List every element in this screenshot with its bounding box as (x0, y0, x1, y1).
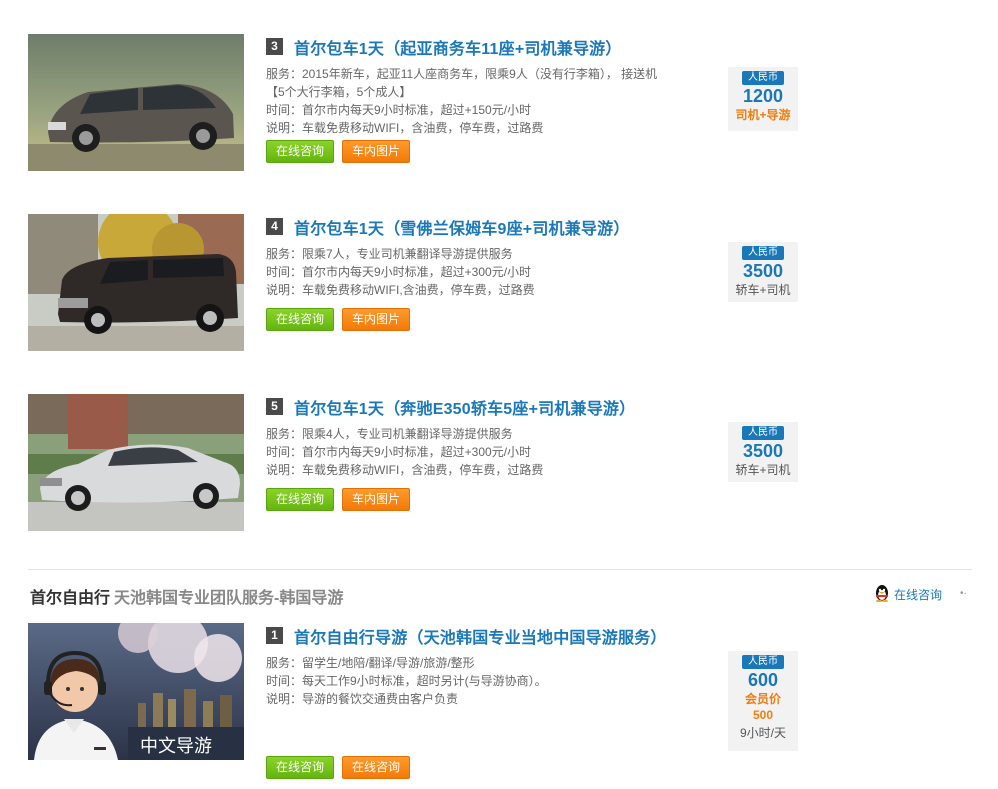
qq-consult-label: 在线咨询 (894, 588, 943, 602)
consult-button[interactable]: 在线咨询 (266, 140, 334, 163)
item-number: 5 (266, 398, 283, 415)
currency-tag: 人民币 (742, 71, 784, 85)
product-image-chinese-guide[interactable]: 中文导游 (28, 623, 244, 760)
product-image-mercedes-sedan[interactable] (28, 394, 244, 531)
item-title[interactable]: 首尔包车1天（奔驰E350轿车5座+司机兼导游） (294, 395, 635, 419)
item-title[interactable]: 首尔自由行导游（天池韩国专业当地中国导游服务） (294, 624, 667, 648)
item-title[interactable]: 首尔包车1天（雪佛兰保姆车9座+司机兼导游） (294, 215, 630, 239)
item-description: 服务：2015年新车，起亚11人座商务车，限乘9人（没有行李箱）， 接送机 【5… (266, 65, 686, 137)
price-box: 人民币 1200 司机+导游 (728, 67, 798, 131)
item-description: 服务：限乘4人，专业司机兼翻译导游提供服务 时间：首尔市内每天9小时标准，超过+… (266, 425, 686, 479)
price-amount: 600 (747, 670, 779, 690)
item-number: 3 (266, 38, 283, 55)
qq-consult-link[interactable]: 在线咨询 (873, 584, 942, 605)
product-item: 5 首尔包车1天（奔驰E350轿车5座+司机兼导游） 服务：限乘4人，专业司机兼… (28, 394, 972, 534)
currency-tag: 人民币 (742, 655, 784, 669)
desc-line: 说明：车载免费移动WIFI，含油费，停车费，过路费 (266, 121, 544, 135)
price-amount: 3500 (742, 441, 784, 461)
desc-line: 服务：2015年新车，起亚11人座商务车，限乘9人（没有行李箱）， 接送机 (266, 67, 658, 81)
consult-button-secondary[interactable]: 在线咨询 (342, 756, 410, 779)
price-note: 轿车+司机 (735, 463, 791, 477)
product-item: 中文导游 1 首尔自由行导游（天池韩国专业当地中国导游服务） 服务：留学生/地陪… (28, 623, 972, 783)
product-item: 3 首尔包车1天（起亚商务车11座+司机兼导游） 服务：2015年新车，起亚11… (28, 34, 972, 174)
price-amount: 3500 (742, 261, 784, 281)
item-description: 服务：留学生/地陪/翻译/导游/旅游/整形 时间：每天工作9小时标准，超时另计(… (266, 654, 686, 708)
desc-line: 服务：限乘4人，专业司机兼翻译导游提供服务 (266, 427, 513, 441)
price-note: 轿车+司机 (735, 283, 791, 297)
desc-line: 说明：车载免费移动WIFI，含油费，停车费，过路费 (266, 463, 544, 477)
currency-tag: 人民币 (742, 426, 784, 440)
item-number: 4 (266, 218, 283, 235)
desc-line: 时间：首尔市内每天9小时标准，超过+300元/小时 (266, 445, 532, 459)
item-description: 服务：限乘7人，专业司机兼翻译导游提供服务 时间：首尔市内每天9小时标准，超过+… (266, 245, 686, 299)
section-divider (28, 569, 972, 570)
consult-button[interactable]: 在线咨询 (266, 308, 334, 331)
price-note: 司机+导游 (735, 108, 791, 122)
section-title[interactable]: 首尔自由行 (30, 590, 110, 607)
member-price-label: 会员价 (744, 692, 781, 706)
section-header: 首尔自由行 天池韩国专业团队服务-韩国导游 (30, 584, 343, 608)
qq-penguin-icon (873, 584, 891, 605)
car-photos-button[interactable]: 车内图片 (342, 488, 410, 511)
consult-button[interactable]: 在线咨询 (266, 488, 334, 511)
desc-line: 时间：首尔市内每天9小时标准，超过+150元/小时 (266, 103, 532, 117)
desc-line: 说明：车载免费移动WIFI,含油费，停车费，过路费 (266, 283, 535, 297)
desc-line: 时间：首尔市内每天9小时标准，超过+300元/小时 (266, 265, 532, 279)
car-photos-button[interactable]: 车内图片 (342, 308, 410, 331)
item-number: 1 (266, 627, 283, 644)
price-amount: 1200 (742, 86, 784, 106)
section-subtitle: 天池韩国专业团队服务-韩国导游 (114, 590, 344, 607)
consult-button[interactable]: 在线咨询 (266, 756, 334, 779)
member-price: 500 (752, 708, 774, 722)
price-box: 人民币 600 会员价 500 9小时/天 (728, 651, 798, 751)
product-image-kia-van[interactable] (28, 34, 244, 171)
price-unit: 9小时/天 (739, 726, 786, 740)
desc-line: 服务：限乘7人，专业司机兼翻译导游提供服务 (266, 247, 513, 261)
car-photos-button[interactable]: 车内图片 (342, 140, 410, 163)
desc-line: 时间：每天工作9小时标准，超时另计(与导游协商）。 (266, 674, 547, 688)
product-image-chevrolet-van[interactable] (28, 214, 244, 351)
currency-tag: 人民币 (742, 246, 784, 260)
price-box: 人民币 3500 轿车+司机 (728, 242, 798, 302)
item-title[interactable]: 首尔包车1天（起亚商务车11座+司机兼导游） (294, 35, 622, 59)
desc-line: 【5个大行李箱，5个成人】 (266, 85, 412, 99)
image-caption: 中文导游 (140, 736, 212, 756)
more-dots-icon[interactable]: •· (960, 588, 967, 599)
desc-line: 说明：导游的餐饮交通费由客户负责 (266, 692, 459, 706)
desc-line: 服务：留学生/地陪/翻译/导游/旅游/整形 (266, 656, 475, 670)
product-item: 4 首尔包车1天（雪佛兰保姆车9座+司机兼导游） 服务：限乘7人，专业司机兼翻译… (28, 214, 972, 354)
price-box: 人民币 3500 轿车+司机 (728, 422, 798, 482)
